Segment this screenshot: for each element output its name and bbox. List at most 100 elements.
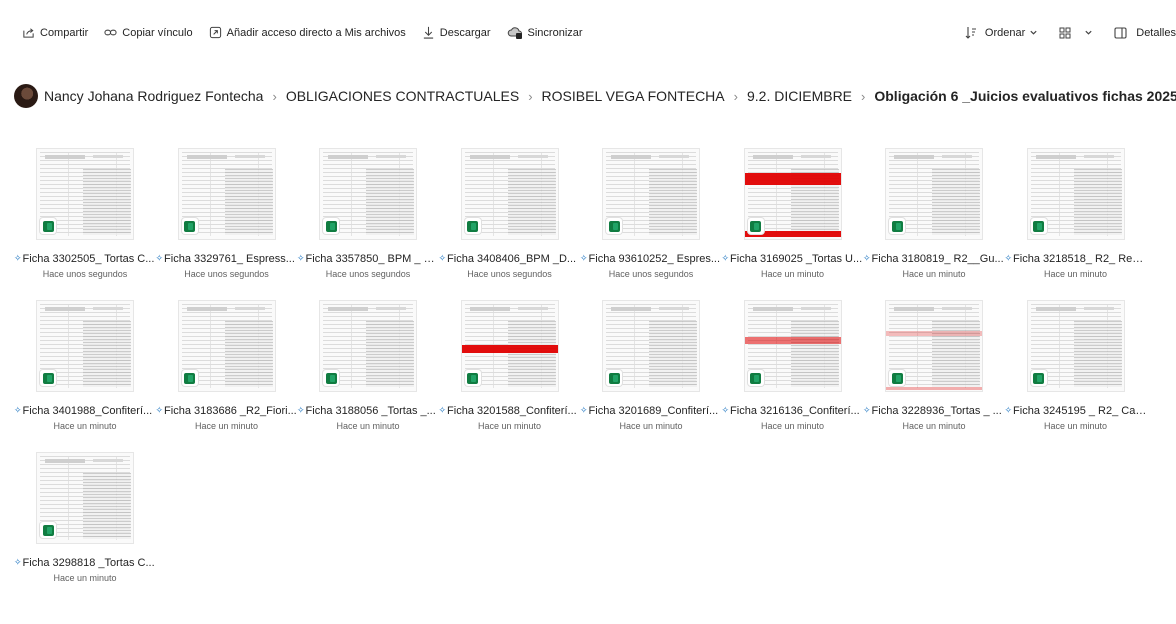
excel-icon	[1030, 370, 1047, 386]
excel-icon	[40, 370, 56, 386]
file-name[interactable]: ✧Ficha 3401988_Confiterí...	[14, 405, 156, 417]
file-name-text: Ficha 3188056 _Tortas _...	[305, 405, 436, 417]
share-icon	[23, 28, 34, 38]
chevron-down-icon	[1030, 30, 1037, 35]
file-name[interactable]: ✧Ficha 3201588_Confiterí...	[439, 405, 581, 417]
file-tile[interactable]: ✧Ficha 3201588_Confiterí... Hace un minut…	[439, 300, 579, 450]
file-tile[interactable]: ✧Ficha 3401988_Confiterí... Hace un minut…	[14, 300, 154, 450]
sort-icon	[965, 27, 976, 39]
new-file-icon: ✧	[14, 557, 22, 567]
share-button[interactable]: Compartir	[22, 26, 88, 39]
excel-icon	[1030, 218, 1047, 234]
file-tile[interactable]: ✧Ficha 3298818 _Tortas C... Hace un minut…	[14, 452, 156, 602]
command-bar-left: Compartir Copiar vínculo Añadir acceso d…	[22, 26, 599, 39]
file-name-text: Ficha 3218518_ R2_ Rec...	[1013, 253, 1147, 265]
excel-icon	[464, 370, 481, 386]
details-button[interactable]: Detalles	[1114, 27, 1176, 39]
sync-button[interactable]: Sincronizar	[507, 26, 583, 39]
file-name[interactable]: ✧Ficha 3216136_Confiterí...	[722, 405, 864, 417]
file-modified-time: Hace un minuto	[902, 421, 966, 431]
new-file-icon: ✧	[580, 253, 588, 263]
file-name-text: Ficha 3180819_ R2__Gu...	[871, 253, 1004, 265]
chevron-right-icon: ›	[528, 88, 533, 104]
file-modified-time: Hace unos segundos	[467, 269, 552, 279]
command-bar: Compartir Copiar vínculo Añadir acceso d…	[0, 0, 1176, 68]
file-tile[interactable]: ✧Ficha 3169025 _Tortas U... Hace un minut…	[722, 148, 862, 298]
command-bar-right: Ordenar Detalles	[949, 26, 1176, 39]
file-tile[interactable]: ✧Ficha 3183686 _R2_Fiori... Hace un minut…	[156, 300, 298, 450]
file-name[interactable]: ✧Ficha 3188056 _Tortas _...	[297, 405, 439, 417]
file-tile[interactable]: ✧Ficha 93610252_ Espres... Hace unos segu…	[580, 148, 720, 298]
file-name-text: Ficha 3329761_ Espress...	[164, 253, 295, 265]
view-options-button[interactable]	[1059, 27, 1098, 39]
new-file-icon: ✧	[14, 405, 22, 415]
file-tile[interactable]: ✧Ficha 3329761_ Espress... Hace unos segu…	[156, 148, 296, 298]
share-label: Compartir	[40, 26, 89, 39]
file-name[interactable]: ✧Ficha 3357850_ BPM _ V...	[297, 253, 439, 265]
file-name[interactable]: ✧Ficha 3169025 _Tortas U...	[722, 253, 864, 265]
file-tile[interactable]: ✧Ficha 3216136_Confiterí... Hace un minut…	[722, 300, 862, 450]
breadcrumb-item-diciembre[interactable]: 9.2. DICIEMBRE	[747, 88, 852, 104]
new-file-icon: ✧	[297, 405, 305, 415]
excel-icon	[323, 370, 339, 386]
file-name-text: Ficha 3302505_ Tortas C...	[22, 253, 155, 265]
file-name[interactable]: ✧Ficha 3329761_ Espress...	[156, 253, 298, 265]
file-name[interactable]: ✧Ficha 3180819_ R2__Gu...	[863, 253, 1005, 265]
shortcut-icon	[209, 26, 221, 39]
new-file-icon: ✧	[863, 253, 871, 263]
file-name[interactable]: ✧Ficha 3201689_Confiterí...	[580, 405, 722, 417]
file-modified-time: Hace unos segundos	[184, 269, 269, 279]
file-modified-time: Hace un minuto	[477, 421, 542, 431]
file-tile[interactable]: ✧Ficha 3408406_BPM _D... Hace unos segund…	[439, 148, 579, 298]
file-name-text: Ficha 3245195 _ R2_ Caf...	[1013, 405, 1147, 417]
file-name[interactable]: ✧Ficha 3245195 _ R2_ Caf...	[1005, 405, 1147, 417]
new-file-icon: ✧	[721, 405, 730, 415]
breadcrumb-item-rosibel[interactable]: ROSIBEL VEGA FONTECHA	[542, 88, 725, 104]
file-tile[interactable]: ✧Ficha 3188056 _Tortas _... Hace un minut…	[297, 300, 437, 450]
file-modified-time: Hace un minuto	[760, 269, 825, 279]
excel-icon	[181, 370, 198, 386]
copy-link-button[interactable]: Copiar vínculo	[104, 26, 193, 39]
link-icon	[104, 29, 117, 36]
file-name[interactable]: ✧Ficha 93610252_ Espres...	[580, 253, 722, 265]
file-tile[interactable]: ✧Ficha 3245195 _ R2_ Caf... Hace un minut…	[1005, 300, 1147, 450]
file-modified-time: Hace un minuto	[53, 421, 117, 431]
file-modified-time: Hace unos segundos	[42, 269, 128, 279]
file-tile[interactable]: ✧Ficha 3201689_Confiterí... Hace un minut…	[580, 300, 720, 450]
file-name-text: Ficha 3183686 _R2_Fiori...	[164, 405, 297, 417]
file-name[interactable]: ✧Ficha 3298818 _Tortas C...	[14, 557, 156, 569]
file-tile[interactable]: ✧Ficha 3218518_ R2_ Rec... Hace un minuto	[1005, 148, 1147, 298]
file-name[interactable]: ✧Ficha 3408406_BPM _D...	[439, 253, 581, 265]
add-shortcut-button[interactable]: Añadir acceso directo a Mis archivos	[209, 26, 406, 39]
file-name[interactable]: ✧Ficha 3218518_ R2_ Rec...	[1005, 253, 1147, 265]
file-modified-time: Hace unos segundos	[608, 269, 694, 279]
breadcrumb: Nancy Johana Rodriguez Fontecha › OBLIGA…	[14, 84, 1176, 108]
excel-icon	[40, 522, 56, 538]
file-modified-time: Hace un minuto	[53, 573, 117, 583]
excel-icon	[889, 370, 905, 386]
new-file-icon: ✧	[155, 253, 164, 263]
file-tile[interactable]: ✧Ficha 3228936_Tortas _ ... Hace un minut…	[863, 300, 1003, 450]
file-tile[interactable]: ✧Ficha 3302505_ Tortas C... Hace unos seg…	[14, 148, 154, 298]
breadcrumb-item-owner[interactable]: Nancy Johana Rodriguez Fontecha	[44, 88, 263, 104]
sort-button[interactable]: Ordenar	[965, 26, 1043, 39]
file-name[interactable]: ✧Ficha 3183686 _R2_Fiori...	[156, 405, 298, 417]
file-tile[interactable]: ✧Ficha 3357850_ BPM _ V... Hace unos segu…	[297, 148, 439, 298]
download-label: Descargar	[439, 26, 491, 39]
file-name[interactable]: ✧Ficha 3228936_Tortas _ ...	[863, 405, 1005, 417]
file-name-text: Ficha 3201689_Confiterí...	[588, 405, 719, 417]
download-button[interactable]: Descargar	[422, 26, 491, 39]
new-file-icon: ✧	[438, 253, 447, 263]
file-name[interactable]: ✧Ficha 3302505_ Tortas C...	[14, 253, 156, 265]
new-file-icon: ✧	[721, 253, 730, 263]
chevron-down-icon	[1085, 30, 1092, 35]
sync-label: Sincronizar	[527, 26, 583, 39]
file-tile[interactable]: ✧Ficha 3180819_ R2__Gu... Hace un minuto	[863, 148, 1005, 298]
excel-icon	[606, 370, 622, 386]
chevron-right-icon: ›	[733, 88, 738, 104]
avatar[interactable]	[14, 84, 38, 108]
chevron-right-icon: ›	[272, 88, 277, 104]
excel-icon	[464, 218, 481, 234]
file-modified-time: Hace un minuto	[902, 269, 966, 279]
breadcrumb-item-obligaciones[interactable]: OBLIGACIONES CONTRACTUALES	[286, 88, 519, 104]
